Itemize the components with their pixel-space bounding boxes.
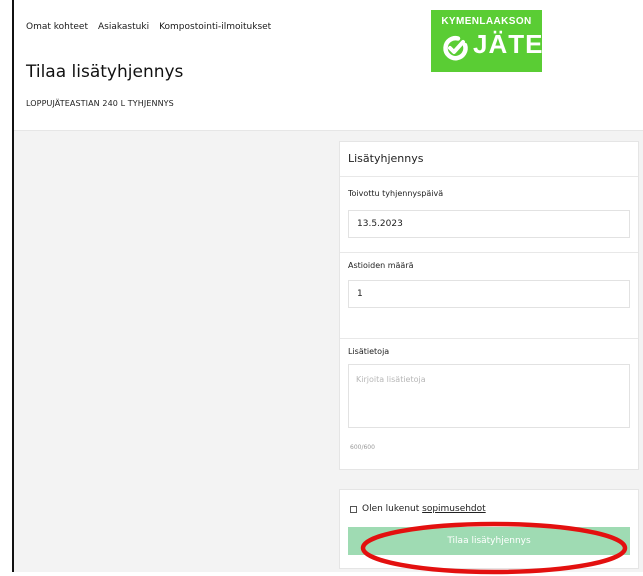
terms-checkbox[interactable] (350, 505, 357, 513)
notes-label: Lisätietoja (348, 347, 390, 356)
page-header: Omat kohteet Asiakastuki Kompostointi-il… (14, 0, 643, 131)
logo-line1: KYMENLAAKSON (441, 16, 532, 27)
extra-emptying-form: Lisätyhjennys Toivottu tyhjennyspäivä As… (339, 141, 639, 470)
quantity-label: Astioiden määrä (348, 261, 414, 270)
terms-link[interactable]: sopimusehdot (422, 504, 486, 514)
date-input[interactable] (348, 210, 630, 238)
quantity-input[interactable] (348, 280, 630, 308)
terms-row: Olen lukenut sopimusehdot (350, 504, 486, 514)
nav-item-omat-kohteet[interactable]: Omat kohteet (26, 22, 88, 32)
top-nav: Omat kohteet Asiakastuki Kompostointi-il… (26, 22, 271, 32)
submit-order-button[interactable]: Tilaa lisätyhjennys (348, 527, 630, 555)
app-frame: Omat kohteet Asiakastuki Kompostointi-il… (12, 0, 643, 572)
terms-prefix: Olen lukenut (362, 504, 423, 514)
form-card-title: Lisätyhjennys (348, 152, 424, 165)
power-check-icon (443, 35, 468, 61)
page-title: Tilaa lisätyhjennys (26, 62, 184, 82)
terms-text: Olen lukenut sopimusehdot (362, 504, 486, 514)
nav-item-asiakastuki[interactable]: Asiakastuki (98, 22, 149, 32)
divider (340, 176, 638, 177)
page-subtitle: LOPPUJÄTEASTIAN 240 L TYHJENNYS (26, 99, 174, 108)
nav-item-kompostointi-ilmoitukset[interactable]: Kompostointi-ilmoitukset (159, 22, 271, 32)
brand-logo[interactable]: KYMENLAAKSON JÄTE (431, 10, 542, 72)
notes-textarea[interactable] (348, 364, 630, 428)
notes-char-counter: 600/600 (350, 444, 375, 451)
logo-line2: JÄTE (473, 29, 544, 59)
date-label: Toivottu tyhjennyspäivä (348, 189, 444, 198)
main-content: Lisätyhjennys Toivottu tyhjennyspäivä As… (14, 131, 643, 572)
submit-card: Olen lukenut sopimusehdot Tilaa lisätyhj… (339, 489, 639, 569)
divider (340, 338, 638, 339)
divider (340, 252, 638, 253)
